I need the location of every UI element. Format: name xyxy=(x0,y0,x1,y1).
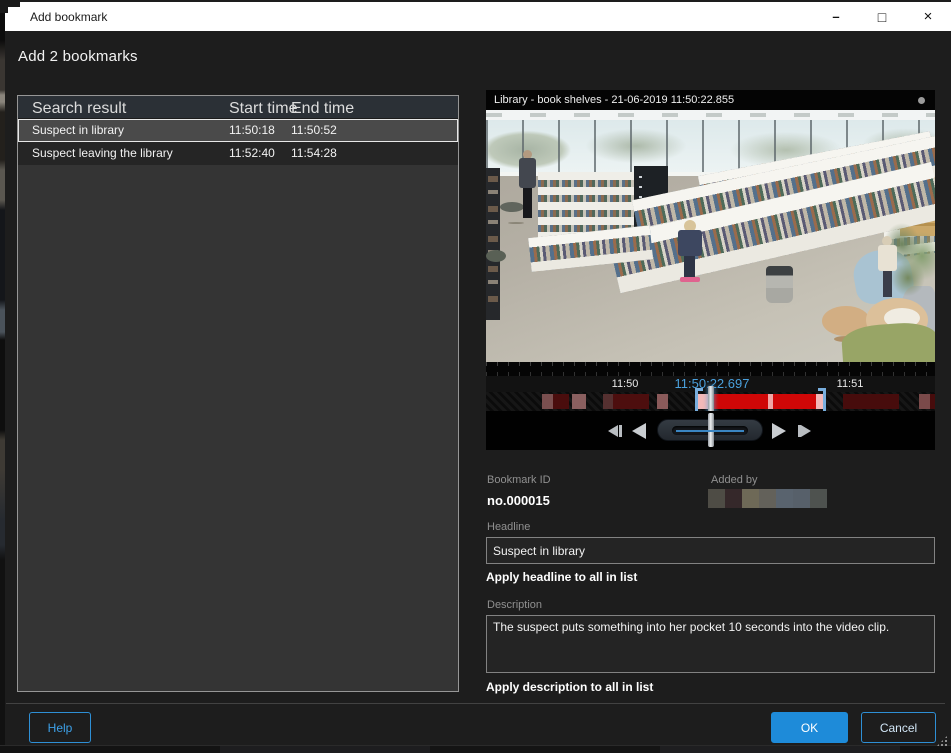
redaction-block xyxy=(759,489,776,508)
redaction-block xyxy=(776,489,793,508)
apply-headline-link[interactable]: Apply headline to all in list xyxy=(486,570,637,584)
person-body xyxy=(519,158,536,188)
pink-shoes xyxy=(680,277,700,282)
page-title: Add 2 bookmarks xyxy=(18,48,138,65)
recording-segment xyxy=(542,394,553,409)
footer-divider xyxy=(6,703,945,704)
description-input[interactable]: The suspect puts something into her pock… xyxy=(486,615,935,673)
playback-controls xyxy=(486,411,935,450)
headline-input[interactable] xyxy=(486,537,935,564)
play-backward-icon[interactable] xyxy=(632,423,646,439)
window-titlebar[interactable]: Add bookmark – □ × xyxy=(5,2,951,31)
background-app-bottom-sliver xyxy=(0,745,951,753)
results-table-header: Search result Start time End time xyxy=(18,96,458,119)
person-body xyxy=(678,230,702,256)
person-legs xyxy=(523,188,532,218)
camera-status-dot xyxy=(918,97,925,104)
recording-segment xyxy=(603,394,613,409)
close-button[interactable]: × xyxy=(911,2,945,31)
selected-recording xyxy=(773,394,816,409)
redaction-block xyxy=(810,489,827,508)
selected-recording xyxy=(710,394,768,409)
result-end-time: 11:50:52 xyxy=(291,123,337,137)
column-header-end-time: End time xyxy=(291,100,354,118)
apply-description-link[interactable]: Apply description to all in list xyxy=(486,680,653,694)
dark-shelf xyxy=(486,168,500,320)
person-left xyxy=(516,150,540,220)
recording-segment xyxy=(613,394,649,409)
search-results-panel: Search result Start time End time Suspec… xyxy=(17,95,459,692)
background-app-left-sliver xyxy=(0,0,5,753)
table-row[interactable]: Suspect leaving the library 11:52:40 11:… xyxy=(18,142,458,165)
cancel-button[interactable]: Cancel xyxy=(861,712,936,743)
window-title: Add bookmark xyxy=(30,10,107,24)
person-legs xyxy=(684,256,695,278)
corner-artifact xyxy=(0,0,20,7)
redaction-block xyxy=(793,489,810,508)
result-start-time: 11:50:18 xyxy=(229,123,275,137)
recording-segment xyxy=(572,394,586,409)
redaction-block xyxy=(742,489,759,508)
person-right xyxy=(874,236,900,298)
minimize-button[interactable]: – xyxy=(819,2,853,31)
result-end-time: 11:54:28 xyxy=(291,146,337,160)
timeline-track[interactable] xyxy=(486,392,935,411)
stool xyxy=(486,250,506,262)
column-header-search-result: Search result xyxy=(32,100,126,118)
headline-label: Headline xyxy=(487,521,530,533)
triangle-right-icon xyxy=(801,425,811,437)
person-body xyxy=(878,245,897,271)
camera-title: Library - book shelves - 21-06-2019 11:5… xyxy=(494,94,734,106)
resize-grip[interactable] xyxy=(936,735,948,747)
person-legs xyxy=(883,271,892,297)
camera-title-bar: Library - book shelves - 21-06-2019 11:5… xyxy=(486,90,935,110)
video-preview-panel: Library - book shelves - 21-06-2019 11:5… xyxy=(486,90,935,450)
speed-slider-handle[interactable] xyxy=(708,413,714,447)
recording-segment xyxy=(919,394,930,409)
added-by-label: Added by xyxy=(711,474,757,486)
recording-segment xyxy=(930,394,935,409)
speed-slider[interactable] xyxy=(657,419,763,441)
bookmark-id-label: Bookmark ID xyxy=(487,474,551,486)
frame-bar xyxy=(619,425,622,437)
result-name: Suspect in library xyxy=(32,123,124,137)
play-forward-icon[interactable] xyxy=(772,423,786,439)
added-by-redacted-value xyxy=(708,489,827,508)
help-button[interactable]: Help xyxy=(29,712,91,743)
timeline-tick-label: 11:51 xyxy=(837,378,864,390)
redaction-block xyxy=(725,489,742,508)
recording-segment xyxy=(553,394,569,409)
ok-button[interactable]: OK xyxy=(771,712,848,743)
recording-segment xyxy=(843,394,899,409)
redaction-block xyxy=(708,489,725,508)
recording-segment xyxy=(657,394,668,409)
maximize-button[interactable]: □ xyxy=(865,2,899,31)
description-label: Description xyxy=(487,599,542,611)
waste-bin xyxy=(766,266,793,303)
column-header-start-time: Start time xyxy=(229,100,297,118)
triangle-left-icon xyxy=(608,425,618,437)
timeline-tick-label: 11:50 xyxy=(612,378,639,390)
suspect-person xyxy=(672,220,708,284)
table-row-selected[interactable]: Suspect in library 11:50:18 11:50:52 xyxy=(18,119,458,142)
result-name: Suspect leaving the library xyxy=(32,146,173,160)
corner-artifact xyxy=(0,7,8,13)
bookmark-id-value: no.000015 xyxy=(487,493,550,508)
add-bookmark-dialog: Add bookmark – □ × Add 2 bookmarks Searc… xyxy=(0,0,951,753)
result-start-time: 11:52:40 xyxy=(229,146,275,160)
timeline-ruler[interactable] xyxy=(486,362,935,376)
video-frame xyxy=(486,110,935,362)
